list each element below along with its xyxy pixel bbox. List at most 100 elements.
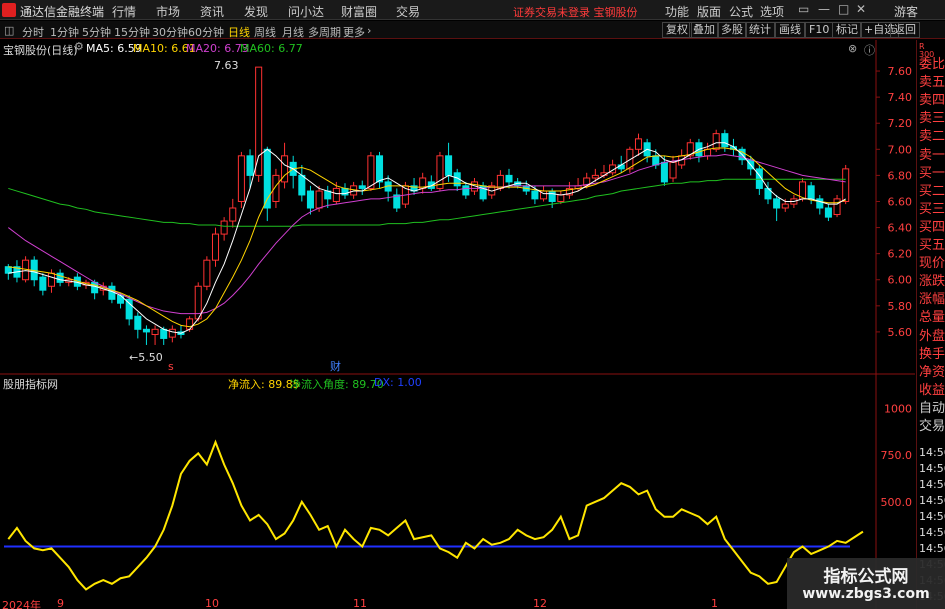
period-tab[interactable]: 60分钟 (188, 24, 224, 40)
side-item-label[interactable]: 涨幅 (919, 293, 945, 307)
y-axis-label: 6.20 (888, 248, 913, 261)
candle-body (229, 207, 237, 222)
indicator-name[interactable]: 股朋指标网 (3, 376, 58, 392)
menu-item-formula[interactable]: 公式 (729, 3, 753, 20)
kline-chart[interactable]: 7.60 7.40 7.20 7.00 6.80 6.60 6.40 6.20 6.00 5.80… (0, 40, 915, 609)
tool-button[interactable]: 返回 (890, 22, 920, 38)
menu-item-layout[interactable]: 版面 (697, 3, 721, 20)
x-axis-label: 10 (205, 597, 219, 609)
trade-time-label: 14:56 (919, 446, 945, 459)
candle-body (816, 198, 824, 209)
ma20-line (8, 154, 846, 315)
close-panel-icon[interactable]: ⊗ (848, 42, 857, 55)
candle-body (462, 185, 470, 196)
side-item-label[interactable]: 买四 (919, 220, 945, 235)
side-item-label[interactable]: 卖二 (919, 130, 945, 144)
tool-button[interactable]: 标记 (832, 22, 862, 38)
period-tab[interactable]: 5分钟 (82, 24, 111, 40)
period-tab[interactable]: 1分钟 (50, 24, 79, 40)
quote-side-panel: R 300 委比 卖五 卖四 卖三 卖二 卖一 买一 买二 买三 买四 买五 现价 涨跌 涨幅 总量 外盘 换手… (916, 40, 945, 609)
tool-button[interactable]: 画线 (775, 22, 805, 38)
tool-button[interactable]: F10 (805, 22, 834, 38)
candle-body (151, 328, 159, 336)
menu-item-trade[interactable]: 交易 (396, 3, 420, 20)
y-axis-label: 6.80 (888, 169, 913, 182)
finance-marker[interactable]: 财 (330, 358, 341, 374)
candle-body (332, 187, 340, 202)
period-tab[interactable]: 周线 (254, 24, 276, 40)
side-item-label[interactable]: 委比 (919, 58, 945, 72)
period-tab-more[interactable]: 更多 (343, 24, 365, 40)
side-item-label[interactable]: 卖一 (919, 148, 945, 163)
side-item-label[interactable]: 现价 (919, 257, 945, 271)
menu-item-function[interactable]: 功能 (665, 3, 689, 20)
side-item-label[interactable]: 买二 (919, 184, 945, 199)
menu-item-ask[interactable]: 问小达 (288, 3, 324, 20)
side-item-label[interactable]: 买三 (919, 202, 945, 217)
candle-body (298, 174, 306, 196)
minimize-icon[interactable]: — (818, 2, 830, 16)
side-item-label[interactable]: 买五 (919, 239, 945, 253)
ma5-line (8, 142, 846, 334)
expand-icon[interactable]: ◫ (4, 24, 14, 37)
candle-body (160, 328, 168, 339)
maximize-icon[interactable]: □ (838, 2, 849, 16)
side-item-label[interactable]: 卖五 (919, 76, 945, 90)
dx-value: DX: 1.00 (374, 376, 422, 389)
side-item-label[interactable]: 自动 (919, 401, 945, 416)
candle-body (255, 66, 263, 176)
sub-y-axis-label: 500.0 (881, 496, 913, 509)
candle-body (56, 272, 64, 283)
menu-item-news[interactable]: 资讯 (200, 3, 224, 20)
tool-button[interactable]: 多股 (717, 22, 747, 38)
candle-body (142, 328, 150, 333)
side-item-label[interactable]: 卖四 (919, 94, 945, 108)
period-tab[interactable]: 月线 (282, 24, 304, 40)
side-item-label[interactable]: 卖三 (919, 112, 945, 126)
menu-item-options[interactable]: 选项 (760, 3, 784, 20)
candle-body (47, 272, 56, 287)
candle-body (445, 155, 453, 176)
side-item-label[interactable]: 买一 (919, 166, 945, 181)
candle-body (125, 298, 133, 320)
y-axis-label: 7.00 (888, 143, 913, 156)
side-item-label[interactable]: 总量 (919, 311, 945, 325)
candle-body (712, 133, 720, 150)
window-icon[interactable]: ▭ (798, 2, 809, 16)
candle-body (721, 133, 729, 148)
side-item-label[interactable]: 净资 (919, 365, 945, 380)
period-tab[interactable]: 15分钟 (114, 24, 150, 40)
close-icon[interactable]: ✕ (856, 2, 866, 16)
candle-body (591, 174, 599, 179)
event-marker[interactable]: s (168, 360, 174, 373)
menu-item-market-center[interactable]: 市场 (156, 3, 180, 20)
tool-button[interactable]: 复权 (662, 22, 692, 38)
candle-body (246, 155, 254, 176)
info-icon[interactable]: ⓘ (864, 42, 875, 58)
period-tab[interactable]: 分时 (22, 24, 44, 40)
settings-gear-icon[interactable]: ⚙ (74, 40, 84, 53)
menu-item-discover[interactable]: 发现 (244, 3, 268, 20)
candle-body (436, 155, 444, 189)
period-tab[interactable]: 多周期 (308, 24, 341, 40)
login-notice[interactable]: 证券交易未登录 宝钢股份 (513, 4, 638, 20)
side-item-label[interactable]: 收益 (919, 383, 945, 398)
menu-item-wealth[interactable]: 财富圈 (341, 3, 377, 20)
period-tab[interactable]: 30分钟 (152, 24, 188, 40)
side-item-label[interactable]: 涨跌 (919, 275, 945, 289)
tool-button[interactable]: 叠加 (689, 22, 719, 38)
candle-body (186, 318, 194, 330)
user-label[interactable]: 游客 (894, 3, 918, 20)
tool-button[interactable]: 统计 (745, 22, 775, 38)
side-item-label[interactable]: 换手 (919, 347, 945, 362)
y-axis-label: 7.20 (888, 117, 913, 130)
chevron-right-icon[interactable]: › (367, 24, 371, 37)
candle-body (505, 174, 513, 183)
candle-body (807, 185, 815, 200)
period-tab-active[interactable]: 日线 (228, 24, 250, 40)
candle-body (660, 161, 668, 183)
menu-item-market[interactable]: 行情 (112, 3, 136, 20)
side-item-label[interactable]: 交易 (919, 420, 945, 434)
side-item-label[interactable]: 外盘 (919, 329, 945, 344)
chart-area[interactable]: 7.60 7.40 7.20 7.00 6.80 6.60 6.40 6.20 6.00 5.80… (0, 40, 915, 609)
